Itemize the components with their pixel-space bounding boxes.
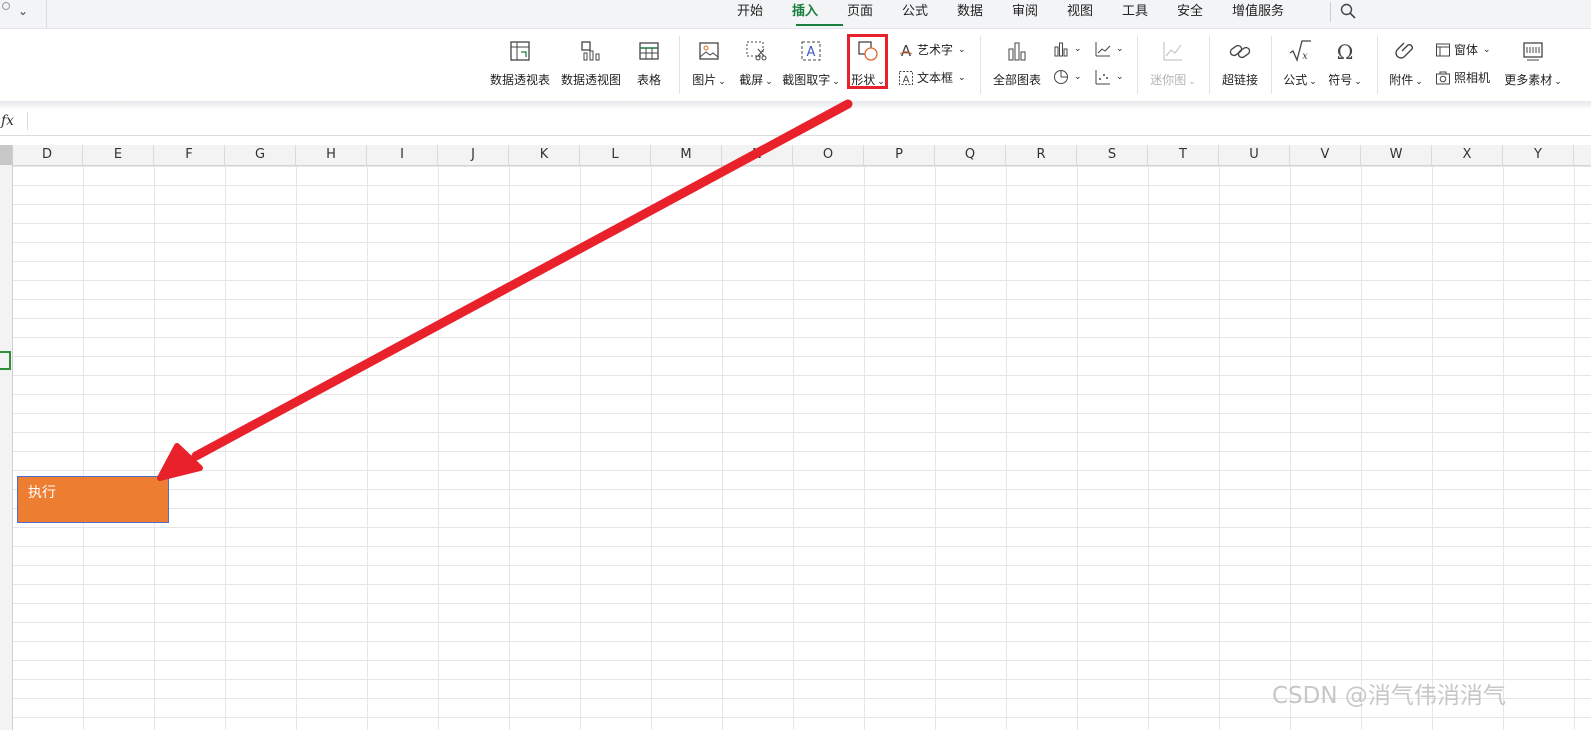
- watermark: CSDN @消气伟消消气: [1272, 683, 1506, 709]
- annotation-arrow: [157, 99, 853, 481]
